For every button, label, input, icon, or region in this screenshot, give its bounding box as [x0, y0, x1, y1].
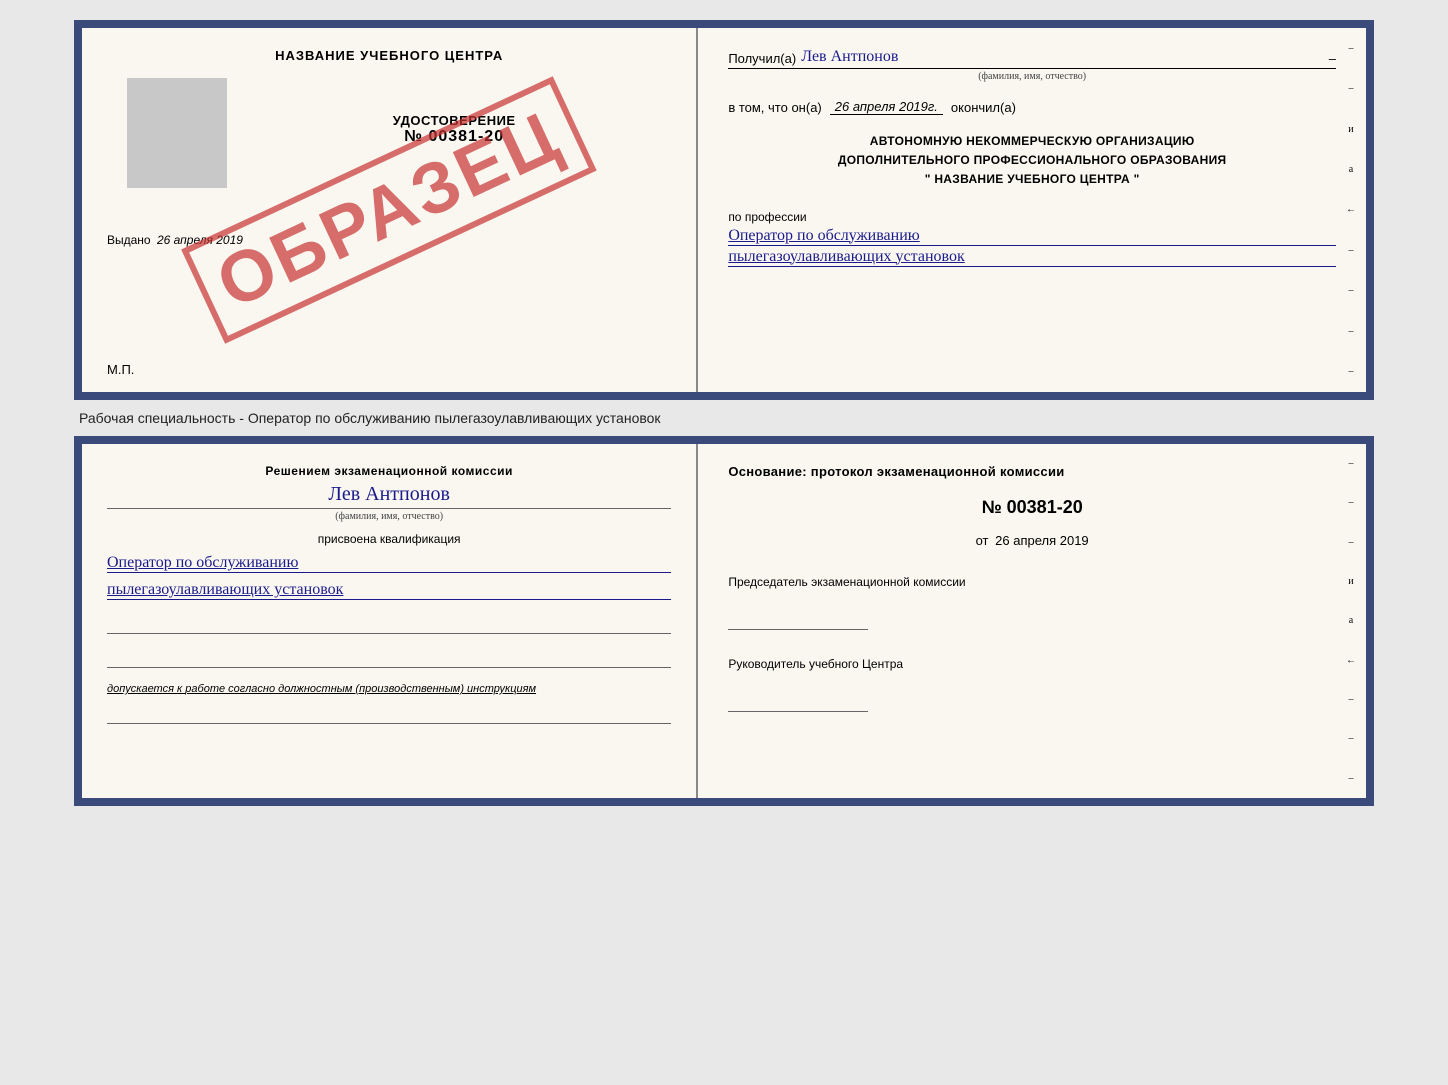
dopuskaetsya-rest: работе согласно должностным (производств…: [185, 683, 536, 695]
udostoverenie-number: № 00381-20: [393, 128, 516, 146]
vydano-date: 26 апреля 2019: [157, 233, 243, 247]
kvalif-value1: Оператор по обслуживанию: [107, 554, 671, 573]
chairman-signature-line: [728, 611, 868, 630]
left-title: НАЗВАНИЕ УЧЕБНОГО ЦЕНТРА: [275, 48, 503, 63]
kvalif-value2: пылегазоулавливающих установок: [107, 581, 671, 600]
bottom-left: Решением экзаменационной комиссии Лев Ан…: [82, 444, 698, 798]
vtom-date: 26 апреля 2019г.: [830, 99, 943, 115]
vydano-line: Выдано 26 апреля 2019: [107, 233, 243, 247]
blank-line3: [107, 705, 671, 724]
rukovoditel-signature-line: [728, 693, 868, 712]
rukovoditel-block: Руководитель учебного Центра: [728, 655, 1336, 712]
org-line1: АВТОНОМНУЮ НЕКОММЕРЧЕСКУЮ ОРГАНИЗАЦИЮ: [728, 132, 1336, 151]
dash1: –: [1329, 51, 1336, 66]
blank-line1: [107, 615, 671, 634]
document-bottom: Решением экзаменационной комиссии Лев Ан…: [74, 436, 1374, 806]
fio-sub-bottom: (фамилия, имя, отчество): [107, 508, 671, 522]
vtom-label: в том, что он(а): [728, 100, 821, 115]
profession-value1: Оператор по обслуживанию: [728, 227, 1336, 246]
profession-value2: пылегазоулавливающих установок: [728, 248, 1336, 267]
photo-placeholder: [127, 78, 227, 188]
protocol-number: № 00381-20: [728, 497, 1336, 518]
okonchil-label: окончил(а): [951, 100, 1016, 115]
ot-label: от: [976, 533, 989, 548]
document-top: НАЗВАНИЕ УЧЕБНОГО ЦЕНТРА УДОСТОВЕРЕНИЕ №…: [74, 20, 1374, 400]
vydano-label: Выдано: [107, 233, 151, 247]
doc-right: Получил(а) Лев Антпонов – (фамилия, имя,…: [698, 28, 1366, 392]
person-name-bottom: Лев Антпонов: [107, 483, 671, 506]
prisvoena-text: присвоена квалификация: [107, 532, 671, 546]
profession-block: по профессии Оператор по обслуживанию пы…: [728, 202, 1336, 267]
vtom-line: в том, что он(а) 26 апреля 2019г. окончи…: [728, 99, 1336, 115]
doc-left: НАЗВАНИЕ УЧЕБНОГО ЦЕНТРА УДОСТОВЕРЕНИЕ №…: [82, 28, 698, 392]
poluchil-label: Получил(а): [728, 51, 796, 66]
receiver-name: Лев Антпонов: [801, 48, 1314, 66]
dopuskaetsya-prefix: допускается к: [107, 683, 185, 695]
receiver-block: Получил(а) Лев Антпонов – (фамилия, имя,…: [728, 48, 1336, 82]
rukovoditel-label: Руководитель учебного Центра: [728, 655, 1336, 673]
receiver-line: Получил(а) Лев Антпонов –: [728, 48, 1336, 69]
osnovanie-label: Основание: протокол экзаменационной коми…: [728, 464, 1336, 479]
ot-date: от 26 апреля 2019: [728, 533, 1336, 548]
org-line2: ДОПОЛНИТЕЛЬНОГО ПРОФЕССИОНАЛЬНОГО ОБРАЗО…: [728, 151, 1336, 170]
bottom-right: Основание: протокол экзаменационной коми…: [698, 444, 1366, 798]
separator-label: Рабочая специальность - Оператор по обсл…: [74, 400, 1374, 436]
mp-line: М.П.: [107, 362, 134, 377]
org-line3: " НАЗВАНИЕ УЧЕБНОГО ЦЕНТРА ": [728, 170, 1336, 189]
right-side-dashes: – – и а ← – – – –: [1341, 28, 1361, 392]
chairman-block: Председатель экзаменационной комиссии: [728, 573, 1336, 630]
blank-line2: [107, 649, 671, 668]
udostoverenie-label: УДОСТОВЕРЕНИЕ: [393, 113, 516, 128]
resheniem-text: Решением экзаменационной комиссии: [107, 464, 671, 478]
profession-label: по профессии: [728, 210, 1336, 224]
ot-date-value: 26 апреля 2019: [995, 533, 1089, 548]
chairman-label: Председатель экзаменационной комиссии: [728, 573, 1336, 591]
udostoverenie-block: УДОСТОВЕРЕНИЕ № 00381-20: [393, 113, 516, 146]
dopuskaetsya-text: допускается к работе согласно должностны…: [107, 683, 671, 695]
right-side-dashes2: – – – и а ← – – –: [1341, 444, 1361, 798]
page-wrapper: НАЗВАНИЕ УЧЕБНОГО ЦЕНТРА УДОСТОВЕРЕНИЕ №…: [20, 20, 1428, 806]
org-block: АВТОНОМНУЮ НЕКОММЕРЧЕСКУЮ ОРГАНИЗАЦИЮ ДО…: [728, 132, 1336, 190]
fio-sub-top: (фамилия, имя, отчество): [728, 71, 1336, 82]
